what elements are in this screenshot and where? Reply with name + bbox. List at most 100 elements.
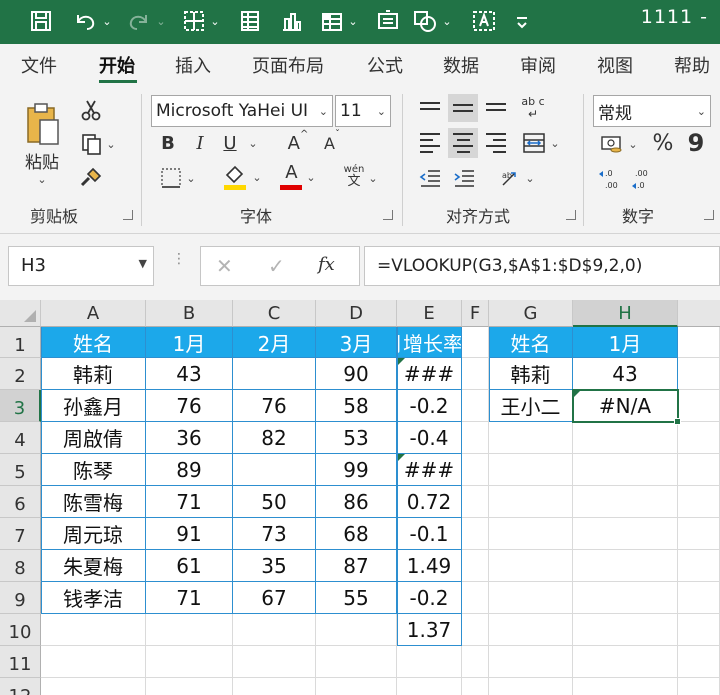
decrease-decimal-icon[interactable]: .00.0 — [628, 164, 656, 194]
worksheet-grid[interactable]: ABCDEFGH123456789101112姓名1月2月3月月增长率韩莉439… — [0, 300, 720, 695]
value-cell[interactable]: 71 — [146, 582, 233, 614]
grid-cell[interactable] — [573, 550, 678, 582]
value-cell[interactable]: 58 — [316, 390, 397, 422]
grid-cell[interactable] — [573, 678, 678, 695]
value-cell[interactable]: ### — [397, 454, 462, 486]
tab-help[interactable]: 帮助 — [674, 52, 710, 78]
row-header-12[interactable]: 12 — [0, 678, 41, 695]
underline-dropdown-icon[interactable]: ⌄ — [244, 129, 262, 157]
percent-button[interactable]: % — [648, 128, 678, 158]
grid-cell[interactable] — [462, 582, 489, 614]
column-header-g[interactable]: G — [489, 300, 573, 327]
fill-handle[interactable] — [674, 418, 681, 425]
grid-cell[interactable] — [462, 327, 489, 358]
grid-cell[interactable] — [678, 390, 720, 422]
value-cell[interactable]: 73 — [233, 518, 316, 550]
text-box-icon[interactable] — [466, 6, 502, 36]
grid-cell[interactable] — [233, 646, 316, 678]
row-header-8[interactable]: 8 — [0, 550, 41, 582]
tab-home[interactable]: 开始 — [99, 52, 135, 78]
value-cell[interactable]: 53 — [316, 422, 397, 454]
grid-cell[interactable] — [146, 646, 233, 678]
comma-style-button[interactable]: 9 — [684, 126, 708, 160]
grid-cell[interactable] — [462, 614, 489, 646]
fill-color-button[interactable]: ⌄ — [218, 162, 266, 192]
name-cell[interactable]: 孙鑫月 — [41, 390, 146, 422]
grid-cell[interactable] — [41, 678, 146, 695]
copy-icon[interactable]: ⌄ — [74, 130, 122, 158]
row-header-5[interactable]: 5 — [0, 454, 41, 486]
name-cell[interactable]: 韩莉 — [41, 358, 146, 390]
value-cell[interactable] — [316, 614, 397, 646]
grid-cell[interactable] — [678, 614, 720, 646]
tab-data[interactable]: 数据 — [443, 52, 479, 78]
value-cell[interactable]: 68 — [316, 518, 397, 550]
grid-cell[interactable] — [462, 390, 489, 422]
value-cell[interactable]: ### — [397, 358, 462, 390]
tab-insert[interactable]: 插入 — [175, 52, 211, 78]
form-icon[interactable] — [236, 6, 264, 36]
column-header-h[interactable]: H — [573, 300, 678, 327]
value-cell[interactable]: 89 — [146, 454, 233, 486]
value-cell[interactable]: 1.49 — [397, 550, 462, 582]
value-cell[interactable]: 0.72 — [397, 486, 462, 518]
alignment-launcher-icon[interactable] — [566, 210, 576, 220]
grid-cell[interactable] — [678, 518, 720, 550]
grid-cell[interactable] — [489, 550, 573, 582]
paste-button[interactable]: 粘贴 ⌄ — [14, 94, 70, 192]
value-cell[interactable]: -0.2 — [397, 582, 462, 614]
tab-page-layout[interactable]: 页面布局 — [252, 52, 324, 78]
value-cell[interactable]: 35 — [233, 550, 316, 582]
name-cell[interactable]: 陈琴 — [41, 454, 146, 486]
bold-button[interactable]: B — [156, 129, 180, 157]
orientation-button[interactable]: ab ⌄ — [494, 164, 540, 192]
font-name-select[interactable]: Microsoft YaHei UI ⌄ — [151, 95, 333, 127]
name-cell[interactable]: 陈雪梅 — [41, 486, 146, 518]
value-cell[interactable]: 76 — [146, 390, 233, 422]
grid-cell[interactable] — [462, 454, 489, 486]
grid-cell[interactable] — [573, 582, 678, 614]
grid-cell[interactable] — [316, 678, 397, 695]
value-cell[interactable]: 67 — [233, 582, 316, 614]
borders-icon[interactable]: ⌄ — [178, 6, 224, 36]
grid-cell[interactable] — [397, 646, 462, 678]
value-cell[interactable] — [233, 614, 316, 646]
print-preview-icon[interactable] — [374, 6, 402, 36]
grid-cell[interactable] — [489, 422, 573, 454]
column-header-c[interactable]: C — [233, 300, 316, 327]
grid-cell[interactable] — [678, 327, 720, 358]
value-cell[interactable]: -0.2 — [397, 390, 462, 422]
cut-icon[interactable] — [76, 96, 106, 124]
name-box[interactable]: H3 ▼ — [8, 246, 154, 286]
increase-indent-icon[interactable] — [450, 164, 478, 192]
row-header-11[interactable]: 11 — [0, 646, 41, 678]
font-size-select[interactable]: 11 ⌄ — [335, 95, 391, 127]
grid-cell[interactable] — [678, 422, 720, 454]
phonetic-dropdown-icon[interactable]: ⌄ — [366, 168, 380, 188]
border-button[interactable]: ⌄ — [154, 164, 202, 192]
grid-cell[interactable] — [573, 614, 678, 646]
value-cell[interactable]: 90 — [316, 358, 397, 390]
table-header-cell[interactable]: 1月 — [146, 327, 233, 358]
lookup-header-cell[interactable]: 姓名 — [489, 327, 573, 358]
formula-bar-grip-icon[interactable]: ⋮ — [172, 252, 186, 266]
grid-cell[interactable] — [678, 454, 720, 486]
grid-cell[interactable] — [462, 358, 489, 390]
insert-function-icon[interactable]: fx — [318, 254, 335, 275]
align-left-icon[interactable] — [416, 128, 444, 158]
grid-cell[interactable] — [678, 358, 720, 390]
grid-cell[interactable] — [678, 646, 720, 678]
merge-center-button[interactable]: ⌄ — [516, 128, 566, 158]
grid-cell[interactable] — [233, 678, 316, 695]
grid-cell[interactable] — [489, 614, 573, 646]
value-cell[interactable]: 99 — [316, 454, 397, 486]
table-header-cell[interactable]: 月增长率 — [397, 327, 462, 358]
grid-cell[interactable] — [573, 486, 678, 518]
shapes-icon[interactable]: ⌄ — [410, 6, 454, 36]
value-cell[interactable]: 36 — [146, 422, 233, 454]
name-cell[interactable]: 朱夏梅 — [41, 550, 146, 582]
formula-input[interactable]: =VLOOKUP(G3,$A$1:$D$9,2,0) — [364, 246, 720, 286]
table-style-icon[interactable]: ⌄ — [316, 6, 362, 36]
shrink-font-button[interactable]: Aˇ — [318, 129, 346, 157]
row-header-3[interactable]: 3 — [0, 390, 41, 422]
